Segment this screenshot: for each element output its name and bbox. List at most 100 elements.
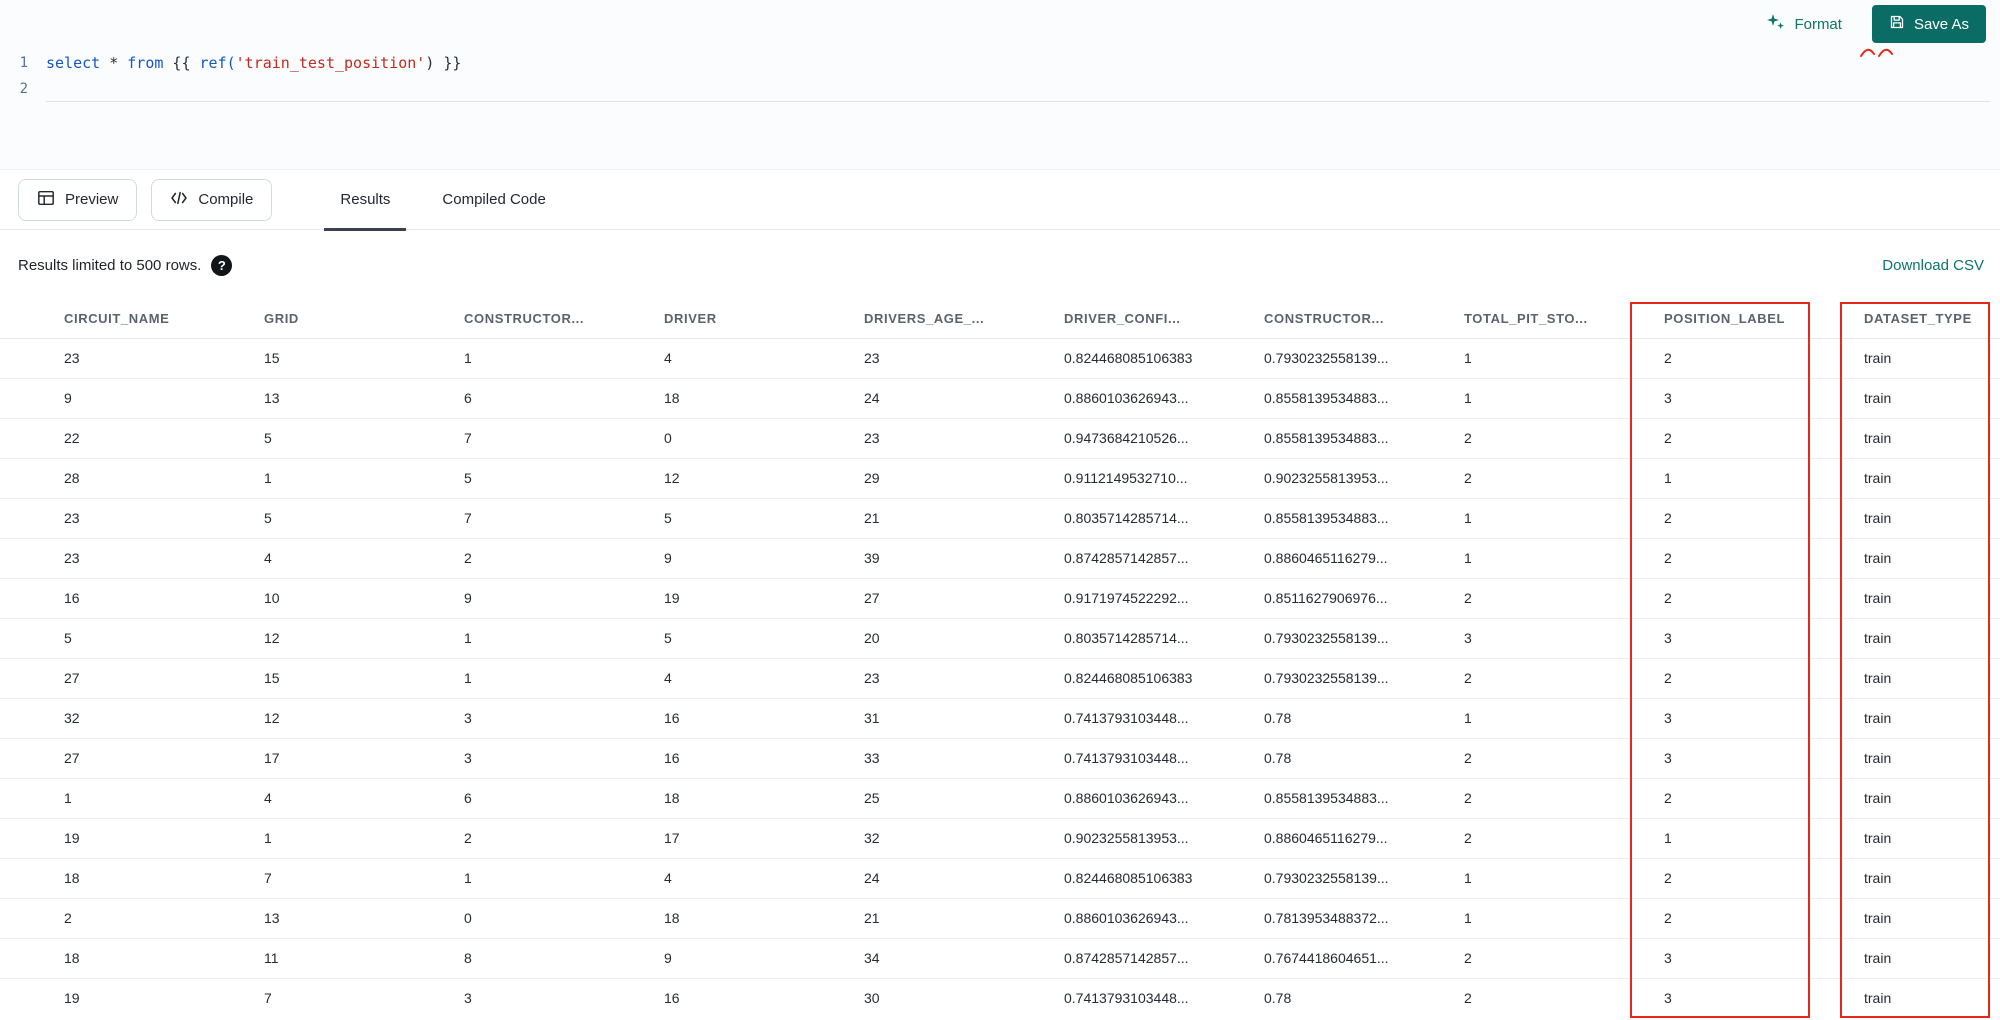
table-cell: 0.7413793103448... bbox=[1000, 977, 1200, 1018]
format-button[interactable]: Format bbox=[1766, 12, 1842, 36]
table-cell: 0.8860103626943... bbox=[1000, 377, 1200, 418]
table-row: 19 1 2 17 32 0.9023255813953... 0.886046511627… bbox=[0, 817, 2000, 858]
tab-compiled-code[interactable]: Compiled Code bbox=[416, 170, 571, 230]
table-cell: 1 bbox=[400, 857, 600, 898]
column-header: CONSTRUCTOR... bbox=[400, 300, 600, 339]
sql-editor-pane[interactable]: Format Save As 1 select * from {{ ref('t… bbox=[0, 0, 2000, 170]
column-header: DRIVERS_AGE_... bbox=[800, 300, 1000, 339]
table-cell: 0.7930232558139... bbox=[1200, 617, 1400, 658]
code-line-2[interactable]: 2 bbox=[0, 76, 2000, 102]
table-cell: train bbox=[1800, 977, 2000, 1018]
table-cell: 1 bbox=[1400, 537, 1600, 578]
table-cell: 2 bbox=[1600, 417, 1800, 458]
table-cell: 0.8558139534883... bbox=[1200, 777, 1400, 818]
table-cell: 1 bbox=[400, 617, 600, 658]
table-cell: 1 bbox=[0, 777, 200, 818]
table-cell: 4 bbox=[200, 777, 400, 818]
table-cell: 3 bbox=[1400, 617, 1600, 658]
table-cell: 3 bbox=[400, 977, 600, 1018]
table-cell: 2 bbox=[1600, 577, 1800, 618]
results-tabs: Results Compiled Code bbox=[314, 170, 571, 231]
save-as-button[interactable]: Save As bbox=[1871, 5, 1986, 43]
table-row: 23 4 2 9 39 0.8742857142857... 0.8860465116279… bbox=[0, 537, 2000, 578]
table-cell: 2 bbox=[1600, 857, 1800, 898]
table-cell: 2 bbox=[1400, 937, 1600, 978]
table-cell: 24 bbox=[800, 857, 1000, 898]
table-cell: 2 bbox=[1400, 457, 1600, 498]
code-token: select bbox=[46, 54, 101, 72]
table-cell: 5 bbox=[0, 617, 200, 658]
table-cell: 1 bbox=[1400, 857, 1600, 898]
results-limit-note: Results limited to 500 rows. bbox=[18, 257, 202, 274]
tab-results[interactable]: Results bbox=[314, 170, 416, 231]
table-cell: 4 bbox=[200, 537, 400, 578]
table-cell: 13 bbox=[200, 897, 400, 938]
table-cell: 34 bbox=[800, 937, 1000, 978]
table-cell: 0.78 bbox=[1200, 697, 1400, 738]
code-token: ref( bbox=[199, 54, 236, 72]
table-cell: 24 bbox=[800, 377, 1000, 418]
code-line-1-content[interactable]: select * from {{ ref('train_test_positio… bbox=[46, 50, 2000, 76]
table-cell: 3 bbox=[1600, 617, 1800, 658]
table-cell: 5 bbox=[200, 497, 400, 538]
table-cell: 0.78 bbox=[1200, 977, 1400, 1018]
table-cell: 0.8742857142857... bbox=[1000, 537, 1200, 578]
table-row: 27 17 3 16 33 0.7413793103448... 0.78 2 3 train bbox=[0, 737, 2000, 778]
preview-button-label: Preview bbox=[65, 191, 119, 208]
table-cell: 13 bbox=[200, 377, 400, 418]
table-cell: 0.7930232558139... bbox=[1264, 350, 1389, 366]
table-cell: 8 bbox=[400, 937, 600, 978]
table-cell: 10 bbox=[200, 577, 400, 618]
code-editor[interactable]: 1 select * from {{ ref('train_test_posit… bbox=[0, 50, 2000, 102]
format-button-label: Format bbox=[1794, 15, 1842, 33]
results-table: CIRCUIT_NAME GRID CONSTRUCTOR... DRIVER DRIV… bbox=[0, 300, 2000, 1018]
help-icon[interactable]: ? bbox=[211, 255, 233, 276]
table-cell: 4 bbox=[600, 857, 800, 898]
table-cell: 5 bbox=[200, 417, 400, 458]
table-cell: 2 bbox=[1400, 657, 1600, 698]
compile-button-label: Compile bbox=[198, 191, 254, 208]
table-row: 2 13 0 18 21 0.8860103626943... 0.781395348837… bbox=[0, 897, 2000, 938]
results-table-container[interactable]: CIRCUIT_NAME GRID CONSTRUCTOR... DRIVER DRIV… bbox=[0, 300, 2000, 1020]
table-cell: 19 bbox=[0, 817, 200, 858]
table-cell: 0.8558139534883... bbox=[1200, 417, 1400, 458]
table-cell: 0.78 bbox=[1200, 737, 1400, 778]
results-info-bar: Results limited to 500 rows. ? Download … bbox=[0, 231, 2000, 300]
table-cell: 6 bbox=[400, 377, 600, 418]
compile-button[interactable]: Compile bbox=[151, 178, 273, 221]
table-cell: 23 bbox=[0, 497, 200, 538]
table-cell: 23 bbox=[64, 350, 80, 366]
table-cell: train bbox=[1800, 457, 2000, 498]
table-cell: train bbox=[1800, 697, 2000, 738]
table-cell: 2 bbox=[1400, 977, 1600, 1018]
download-csv-link[interactable]: Download CSV bbox=[1882, 257, 1984, 274]
table-cell: 25 bbox=[800, 777, 1000, 818]
table-cell: 3 bbox=[1600, 377, 1800, 418]
table-cell: 0.9473684210526... bbox=[1000, 417, 1200, 458]
table-cell: 0.8860465116279... bbox=[1200, 537, 1400, 578]
table-cell: 5 bbox=[600, 497, 800, 538]
table-cell: 0.7413793103448... bbox=[1000, 697, 1200, 738]
table-cell: 3 bbox=[1600, 937, 1800, 978]
table-cell: 0.8035714285714... bbox=[1000, 497, 1200, 538]
table-cell: train bbox=[1800, 937, 2000, 978]
table-cell: 31 bbox=[800, 697, 1000, 738]
table-cell: 1 bbox=[200, 817, 400, 858]
table-cell: 12 bbox=[200, 697, 400, 738]
code-line-2-content[interactable] bbox=[46, 76, 1990, 102]
table-cell: 9 bbox=[600, 937, 800, 978]
code-line-1[interactable]: 1 select * from {{ ref('train_test_posit… bbox=[0, 50, 2000, 76]
table-cell: 0.7813953488372... bbox=[1200, 897, 1400, 938]
table-cell: train bbox=[1800, 577, 2000, 618]
table-row: 1 4 6 18 25 0.8860103626943... 0.8558139534883… bbox=[0, 777, 2000, 818]
column-header: CIRCUIT_NAME bbox=[0, 300, 200, 339]
table-cell: 32 bbox=[0, 697, 200, 738]
table-cell: 0 bbox=[600, 417, 800, 458]
table-cell: 2 bbox=[400, 537, 600, 578]
table-row: 16 10 9 19 27 0.9171974522292... 0.85116279069… bbox=[0, 577, 2000, 618]
preview-button[interactable]: Preview bbox=[18, 178, 138, 221]
table-cell: 2 bbox=[0, 897, 200, 938]
column-header: POSITION_LABEL bbox=[1600, 300, 1800, 339]
table-row: 22 5 7 0 23 0.9473684210526... 0.8558139534883… bbox=[0, 417, 2000, 458]
